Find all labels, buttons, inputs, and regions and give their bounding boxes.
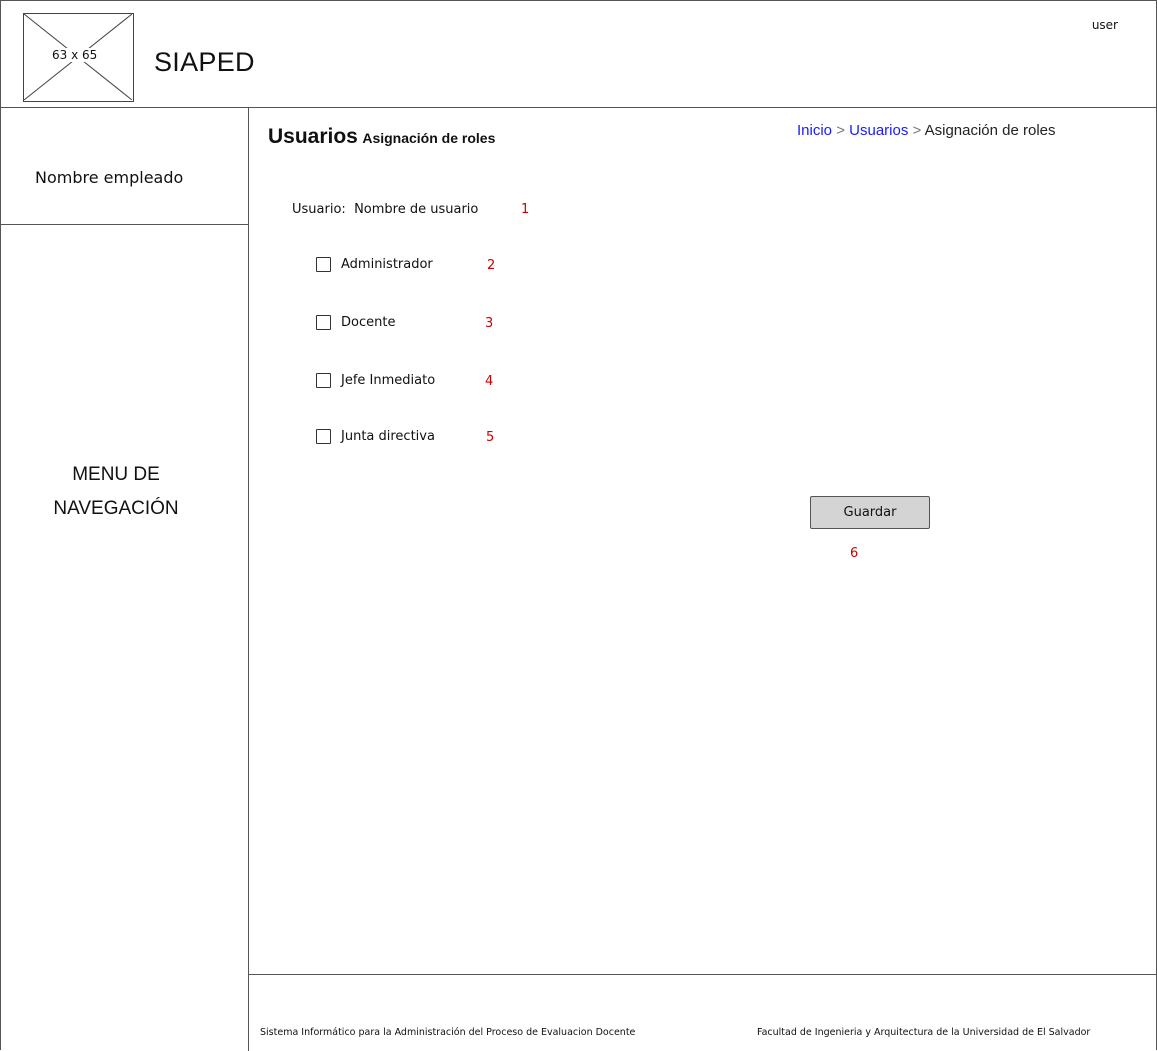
- logo-placeholder: 63 x 65: [23, 13, 134, 102]
- navigation-menu[interactable]: MENU DE NAVEGACIÓN: [0, 458, 232, 526]
- breadcrumb-users-link[interactable]: Usuarios: [849, 122, 908, 139]
- header: 63 x 65 SIAPED user: [0, 0, 1157, 108]
- marker-3: 3: [485, 316, 494, 331]
- breadcrumb-separator: >: [912, 122, 922, 139]
- footer-faculty-name: Facultad de Ingenieria y Arquitectura de…: [757, 1027, 1091, 1038]
- user-value: Nombre de usuario: [354, 202, 479, 217]
- menu-line-1: MENU DE: [72, 464, 160, 485]
- app-title: SIAPED: [154, 47, 255, 77]
- marker-6: 6: [850, 546, 859, 561]
- marker-4: 4: [485, 374, 494, 389]
- marker-5: 5: [486, 430, 495, 445]
- role-administrador: Administrador: [316, 257, 433, 272]
- sidebar: Nombre empleado MENU DE NAVEGACIÓN: [0, 108, 249, 1051]
- page-title-main: Usuarios: [268, 125, 358, 148]
- user-label: Usuario:: [292, 202, 346, 217]
- role-junta-directiva-label: Junta directiva: [341, 429, 435, 444]
- employee-box: Nombre empleado: [0, 108, 248, 225]
- save-button[interactable]: Guardar: [810, 496, 930, 529]
- breadcrumb-current: Asignación de roles: [924, 122, 1056, 139]
- page-title: Usuarios Asignación de roles: [268, 125, 495, 149]
- role-jefe-inmediato-label: Jefe Inmediato: [341, 373, 436, 388]
- role-junta-directiva-checkbox[interactable]: [316, 429, 331, 444]
- footer-system-name: Sistema Informático para la Administraci…: [260, 1027, 636, 1038]
- menu-line-2: NAVEGACIÓN: [53, 498, 179, 519]
- marker-2: 2: [487, 258, 496, 273]
- role-docente-checkbox[interactable]: [316, 315, 331, 330]
- breadcrumb-home-link[interactable]: Inicio: [797, 122, 832, 139]
- employee-name: Nombre empleado: [35, 168, 184, 187]
- user-menu[interactable]: user: [1092, 18, 1118, 32]
- user-row: Usuario: Nombre de usuario: [292, 202, 478, 217]
- role-docente-label: Docente: [341, 315, 396, 330]
- role-docente: Docente: [316, 315, 395, 330]
- role-jefe-inmediato-checkbox[interactable]: [316, 373, 331, 388]
- logo-placeholder-label: 63 x 65: [50, 48, 100, 62]
- page-subtitle: Asignación de roles: [362, 130, 496, 146]
- role-administrador-checkbox[interactable]: [316, 257, 331, 272]
- breadcrumb-separator: >: [836, 122, 845, 139]
- footer-divider: [249, 974, 1157, 975]
- role-administrador-label: Administrador: [341, 257, 433, 272]
- role-junta-directiva: Junta directiva: [316, 429, 435, 444]
- breadcrumb: Inicio > Usuarios > Asignación de roles: [797, 122, 1056, 139]
- role-jefe-inmediato: Jefe Inmediato: [316, 373, 435, 388]
- marker-1: 1: [521, 202, 530, 217]
